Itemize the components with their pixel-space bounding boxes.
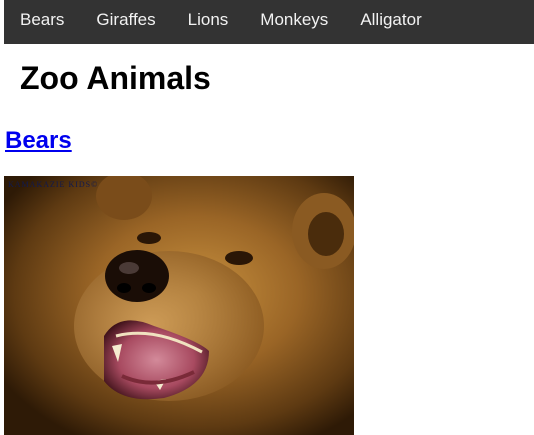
nav-link-bears[interactable]: Bears — [4, 0, 80, 44]
nav-link-lions[interactable]: Lions — [172, 0, 245, 44]
nav-link-alligator[interactable]: Alligator — [344, 0, 437, 44]
page-title: Zoo Animals — [20, 60, 211, 96]
bear-photo: KAMAKAZIE KIDS© — [4, 176, 354, 435]
photo-watermark: KAMAKAZIE KIDS© — [8, 180, 98, 189]
nav-link-monkeys[interactable]: Monkeys — [244, 0, 344, 44]
section-heading-link-bears[interactable]: Bears — [5, 127, 72, 155]
top-navigation-bar: Bears Giraffes Lions Monkeys Alligator — [4, 0, 534, 44]
nav-link-giraffes[interactable]: Giraffes — [80, 0, 171, 44]
